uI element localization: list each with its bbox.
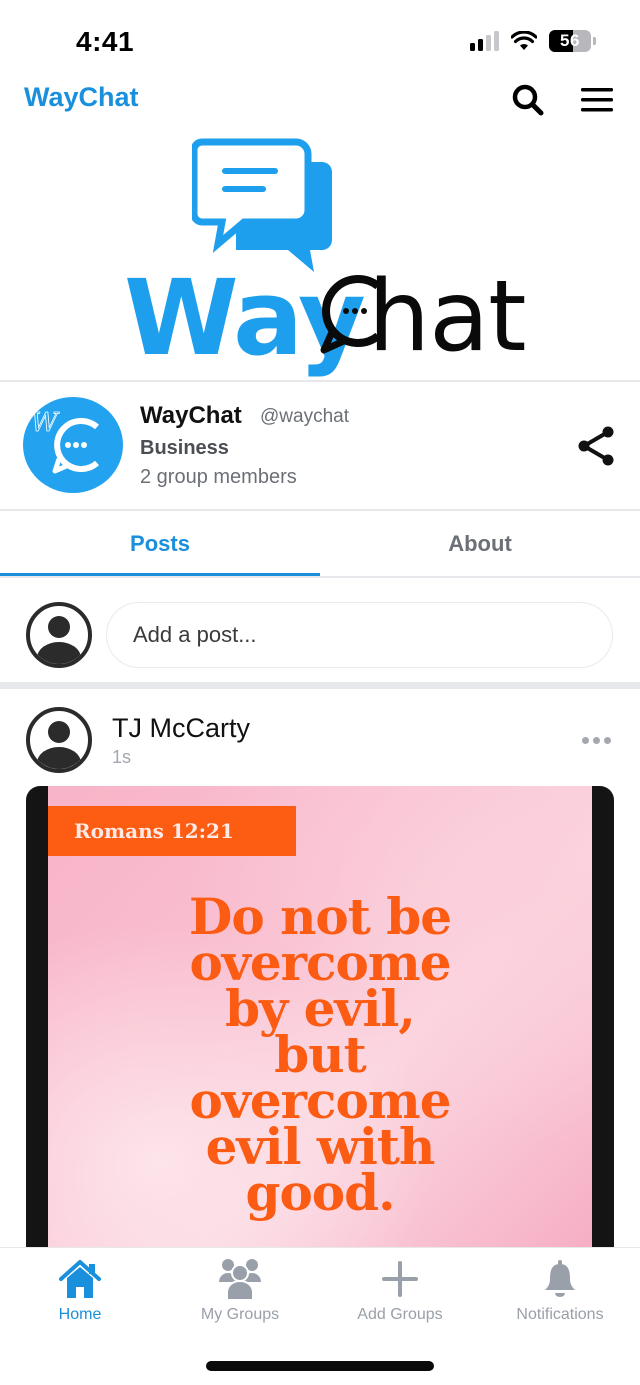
nav-label: My Groups	[200, 1306, 280, 1323]
more-dot-icon	[604, 736, 611, 744]
hamburger-menu-icon	[581, 88, 613, 112]
bell-icon	[545, 1260, 575, 1297]
add-post-input[interactable]: Add a post...	[106, 602, 613, 668]
verse-line: good.	[245, 1163, 395, 1222]
verse-reference: Romans 12:21	[74, 819, 234, 843]
group-info: W WayChat @waychat Business 2 group memb…	[0, 382, 640, 510]
battery-icon: 56	[549, 30, 591, 52]
nav-notifications[interactable]: Notifications	[480, 1256, 640, 1332]
post-author-avatar[interactable]	[26, 707, 92, 773]
group-tabs: Posts About	[0, 511, 640, 577]
status-icons: 56	[470, 30, 596, 52]
tab-about[interactable]: About	[320, 511, 640, 577]
post-card: TJ McCarty 1s Romans 12:21 Do not be ove…	[0, 689, 640, 1256]
home-icon	[59, 1260, 101, 1298]
user-avatar-icon	[37, 721, 81, 769]
nav-home[interactable]: Home	[0, 1256, 160, 1332]
more-dot-icon	[593, 736, 600, 744]
nav-label: Notifications	[516, 1306, 604, 1323]
battery-tip	[593, 37, 596, 45]
group-name: WayChat	[140, 402, 242, 429]
svg-text:W: W	[31, 408, 60, 438]
user-avatar-icon	[37, 616, 81, 664]
post-author-name[interactable]: TJ McCarty	[112, 713, 250, 744]
search-icon	[512, 84, 544, 116]
nav-label: Add Groups	[357, 1306, 443, 1323]
group-members-count[interactable]: 2 group members	[140, 466, 297, 489]
group-category: Business	[140, 437, 229, 459]
waychat-avatar-logo-icon: W	[31, 408, 99, 474]
groups-icon	[219, 1259, 261, 1300]
search-button[interactable]	[508, 80, 548, 120]
nav-label: Home	[58, 1306, 102, 1323]
post-composer: Add a post...	[0, 578, 640, 682]
tab-posts[interactable]: Posts	[0, 511, 320, 577]
more-dot-icon	[582, 736, 589, 744]
current-user-avatar[interactable]	[26, 602, 92, 668]
section-divider	[0, 682, 640, 689]
home-indicator[interactable]	[206, 1361, 434, 1371]
verse-image: Romans 12:21 Do not be overcome by evil,…	[48, 786, 592, 1256]
nav-my-groups[interactable]: My Groups	[160, 1256, 320, 1332]
logo-text-chat: hat	[368, 260, 527, 374]
cellular-signal-icon	[470, 31, 499, 51]
verse-text: Do not be overcome by evil, but overcome…	[48, 892, 592, 1222]
post-image[interactable]: Romans 12:21 Do not be overcome by evil,…	[26, 786, 614, 1256]
wifi-icon	[511, 31, 537, 50]
status-bar: 4:41 56	[0, 0, 640, 80]
group-avatar[interactable]: W	[23, 397, 123, 493]
group-cover-banner: Way hat	[0, 130, 640, 380]
menu-button[interactable]	[577, 80, 617, 120]
post-more-options-button[interactable]	[582, 733, 614, 747]
share-button[interactable]	[574, 424, 618, 468]
status-time: 4:41	[76, 26, 135, 57]
app-title[interactable]: WayChat	[24, 82, 139, 113]
app-header: WayChat	[0, 76, 640, 122]
group-handle: @waychat	[260, 406, 349, 427]
battery-level: 56	[560, 31, 580, 50]
share-icon	[578, 426, 614, 466]
post-timestamp: 1s	[112, 747, 132, 767]
plus-icon	[382, 1261, 418, 1297]
nav-add-groups[interactable]: Add Groups	[320, 1256, 480, 1332]
verse-reference-box: Romans 12:21	[48, 806, 296, 856]
